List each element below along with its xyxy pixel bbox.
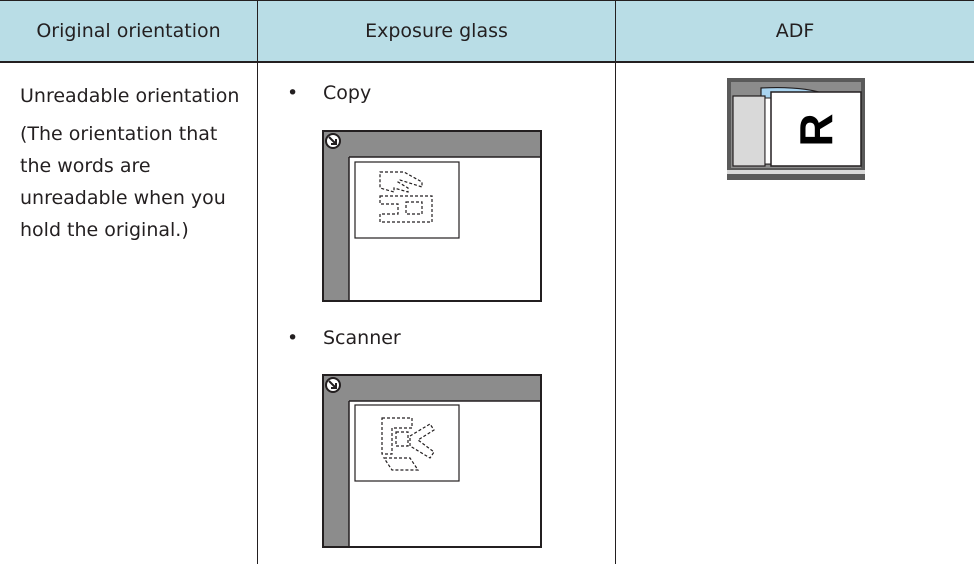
adf-diagram: R (727, 78, 865, 180)
orientation-note: (The orientation that the words are unre… (20, 123, 226, 241)
corner-arrow-icon (325, 133, 341, 149)
scanner-top-bar (324, 132, 540, 157)
copy-glass-diagram (322, 130, 542, 302)
orientation-cell: Unreadable orientation (The orientation … (20, 80, 250, 246)
scanner-left-bar (324, 132, 349, 300)
adf-letter-r: R (790, 113, 842, 146)
list-item-copy: • Copy (287, 82, 371, 104)
orientation-title: Unreadable orientation (20, 85, 240, 107)
list-item-label: Copy (323, 82, 372, 104)
header-exposure-glass: Exposure glass (365, 20, 508, 42)
corner-arrow-icon (325, 377, 341, 393)
orientation-table: Original orientation Exposure glass ADF … (0, 0, 974, 564)
table-header-row: Original orientation Exposure glass ADF (0, 0, 974, 63)
column-divider-2 (615, 0, 616, 564)
column-divider-1 (257, 0, 258, 564)
adf-side-guide (732, 95, 766, 167)
list-item-scanner: • Scanner (287, 327, 401, 349)
scanner-left-bar (324, 376, 349, 546)
list-item-label: Scanner (323, 327, 401, 349)
header-original-orientation: Original orientation (36, 20, 221, 42)
header-adf: ADF (775, 20, 815, 42)
bullet-icon: • (287, 327, 299, 349)
bullet-icon: • (287, 82, 299, 104)
scanner-glass-diagram (322, 374, 542, 548)
scanner-top-bar (324, 376, 540, 401)
